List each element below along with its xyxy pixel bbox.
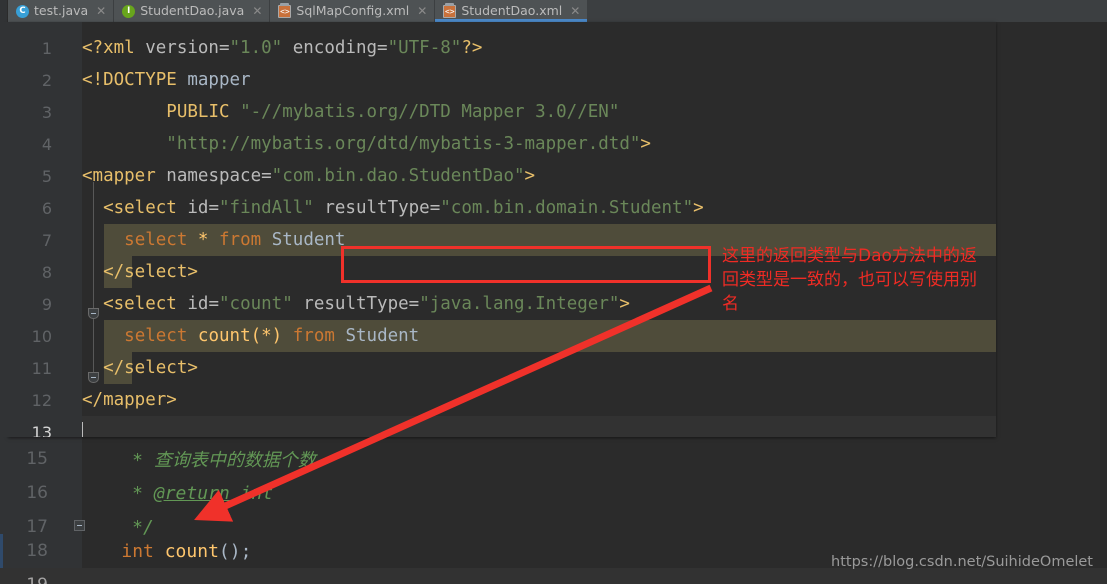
line-content: </mapper> bbox=[82, 390, 177, 410]
tab-sqlmapconfig-xml[interactable]: <> SqlMapConfig.xml ✕ bbox=[270, 0, 436, 22]
annotation-note-text: 这里的返回类型与Dao方法中的返回类型是一致的，也可以写使用别名 bbox=[722, 246, 977, 314]
xml-code-line[interactable]: 11 </select> bbox=[8, 352, 996, 384]
java-interface-icon: I bbox=[122, 4, 136, 18]
line-number: 12 bbox=[31, 390, 52, 410]
line-number: 8 bbox=[41, 262, 52, 282]
xml-code-line[interactable]: 1 <?xml version="1.0" encoding="UTF-8"?> bbox=[8, 32, 996, 64]
tabbar-left-stub bbox=[0, 0, 8, 22]
outer-gutter-strip bbox=[0, 22, 8, 437]
xml-code-line[interactable]: 10 select count(*) from Student bbox=[8, 320, 996, 352]
line-number: 2 bbox=[41, 70, 52, 90]
tab-label: StudentDao.java bbox=[140, 3, 245, 18]
line-number: 16 bbox=[26, 483, 48, 503]
line-content: <select id="findAll" resultType="com.bin… bbox=[103, 198, 704, 218]
text-caret bbox=[82, 422, 83, 437]
xml-editor-pane[interactable]: 1 <?xml version="1.0" encoding="UTF-8"?>… bbox=[8, 22, 996, 437]
line-number: 9 bbox=[41, 294, 52, 314]
line-content: </select> bbox=[103, 358, 198, 378]
line-content: PUBLIC "-//mybatis.org//DTD Mapper 3.0//… bbox=[166, 102, 620, 122]
line-content: select count(*) from Student bbox=[124, 326, 420, 346]
xml-code-line[interactable]: 5 <mapper namespace="com.bin.dao.Student… bbox=[8, 160, 996, 319]
xml-file-icon: <> bbox=[278, 2, 292, 18]
line-number: 19 bbox=[0, 575, 56, 584]
tab-test-java[interactable]: C test.java ✕ bbox=[8, 0, 115, 22]
ide-window: C test.java ✕ I StudentDao.java ✕ <> Sql… bbox=[0, 0, 1107, 584]
close-icon[interactable]: ✕ bbox=[93, 5, 106, 17]
watermark-text: https://blog.csdn.net/SuihideOmelet bbox=[831, 554, 1093, 570]
line-number: 13 bbox=[31, 422, 52, 438]
code-fold-collapse-icon[interactable] bbox=[88, 308, 101, 321]
line-number: 10 bbox=[31, 326, 52, 346]
close-icon[interactable]: ✕ bbox=[414, 5, 427, 17]
close-icon[interactable]: ✕ bbox=[567, 5, 580, 17]
line-number: 3 bbox=[41, 102, 52, 122]
xml-code-line[interactable]: 6 <select id="findAll" resultType="com.b… bbox=[8, 192, 996, 383]
tab-studentdao-xml[interactable]: <> StudentDao.xml ✕ bbox=[435, 0, 589, 22]
line-number: 6 bbox=[41, 198, 52, 218]
line-content: * 查询表中的数据个数 bbox=[78, 450, 316, 471]
line-number: 18 bbox=[26, 541, 48, 561]
xml-code-line-current[interactable]: 13 bbox=[8, 416, 996, 437]
editor-tab-bar: C test.java ✕ I StudentDao.java ✕ <> Sql… bbox=[0, 0, 1107, 22]
line-number: 5 bbox=[41, 166, 52, 186]
tab-label: test.java bbox=[34, 3, 89, 18]
line-content: * @return int bbox=[78, 482, 274, 504]
line-number: 11 bbox=[31, 358, 52, 378]
code-fold-collapse-icon[interactable] bbox=[74, 520, 88, 534]
close-icon[interactable]: ✕ bbox=[249, 5, 262, 17]
line-content: <mapper namespace="com.bin.dao.StudentDa… bbox=[82, 166, 536, 186]
xml-file-icon: <> bbox=[443, 2, 457, 18]
tab-studentdao-java[interactable]: I StudentDao.java ✕ bbox=[114, 0, 271, 22]
line-number: 1 bbox=[41, 38, 52, 58]
java-code-line[interactable]: 16 * @return int bbox=[0, 476, 1107, 510]
xml-code-line[interactable]: 4 "http://mybatis.org/dtd/mybatis-3-mapp… bbox=[8, 128, 996, 160]
xml-code-line[interactable]: 3 PUBLIC "-//mybatis.org//DTD Mapper 3.0… bbox=[8, 96, 996, 128]
line-content: "http://mybatis.org/dtd/mybatis-3-mapper… bbox=[166, 134, 651, 154]
line-number: 7 bbox=[41, 230, 52, 250]
tab-label: SqlMapConfig.xml bbox=[296, 3, 410, 18]
xml-code-line[interactable]: 2 <!DOCTYPE mapper bbox=[8, 64, 996, 96]
java-class-icon: C bbox=[16, 4, 29, 18]
line-content bbox=[60, 422, 996, 437]
java-code-line-current[interactable]: 19 bbox=[0, 568, 1107, 584]
line-number: 4 bbox=[41, 134, 52, 154]
java-code-line[interactable]: 15 * 查询表中的数据个数 bbox=[0, 442, 1107, 476]
xml-code-line[interactable]: 12 </mapper> bbox=[8, 384, 996, 416]
editor-left-accent bbox=[0, 534, 3, 568]
line-content: <!DOCTYPE mapper bbox=[82, 70, 251, 90]
line-content: <?xml version="1.0" encoding="UTF-8"?> bbox=[82, 38, 483, 58]
code-fold-collapse-icon[interactable] bbox=[88, 372, 101, 385]
line-number: 15 bbox=[26, 449, 48, 469]
